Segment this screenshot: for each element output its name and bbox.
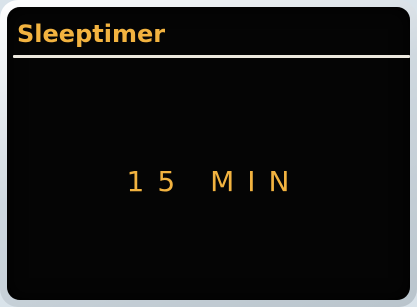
device-bezel: Sleeptimer 15 MIN	[0, 0, 417, 307]
sleep-timer-value: 15 MIN	[126, 165, 303, 198]
display-screen: Sleeptimer 15 MIN	[7, 7, 410, 300]
title-divider	[13, 55, 410, 58]
menu-title: Sleeptimer	[17, 20, 166, 48]
